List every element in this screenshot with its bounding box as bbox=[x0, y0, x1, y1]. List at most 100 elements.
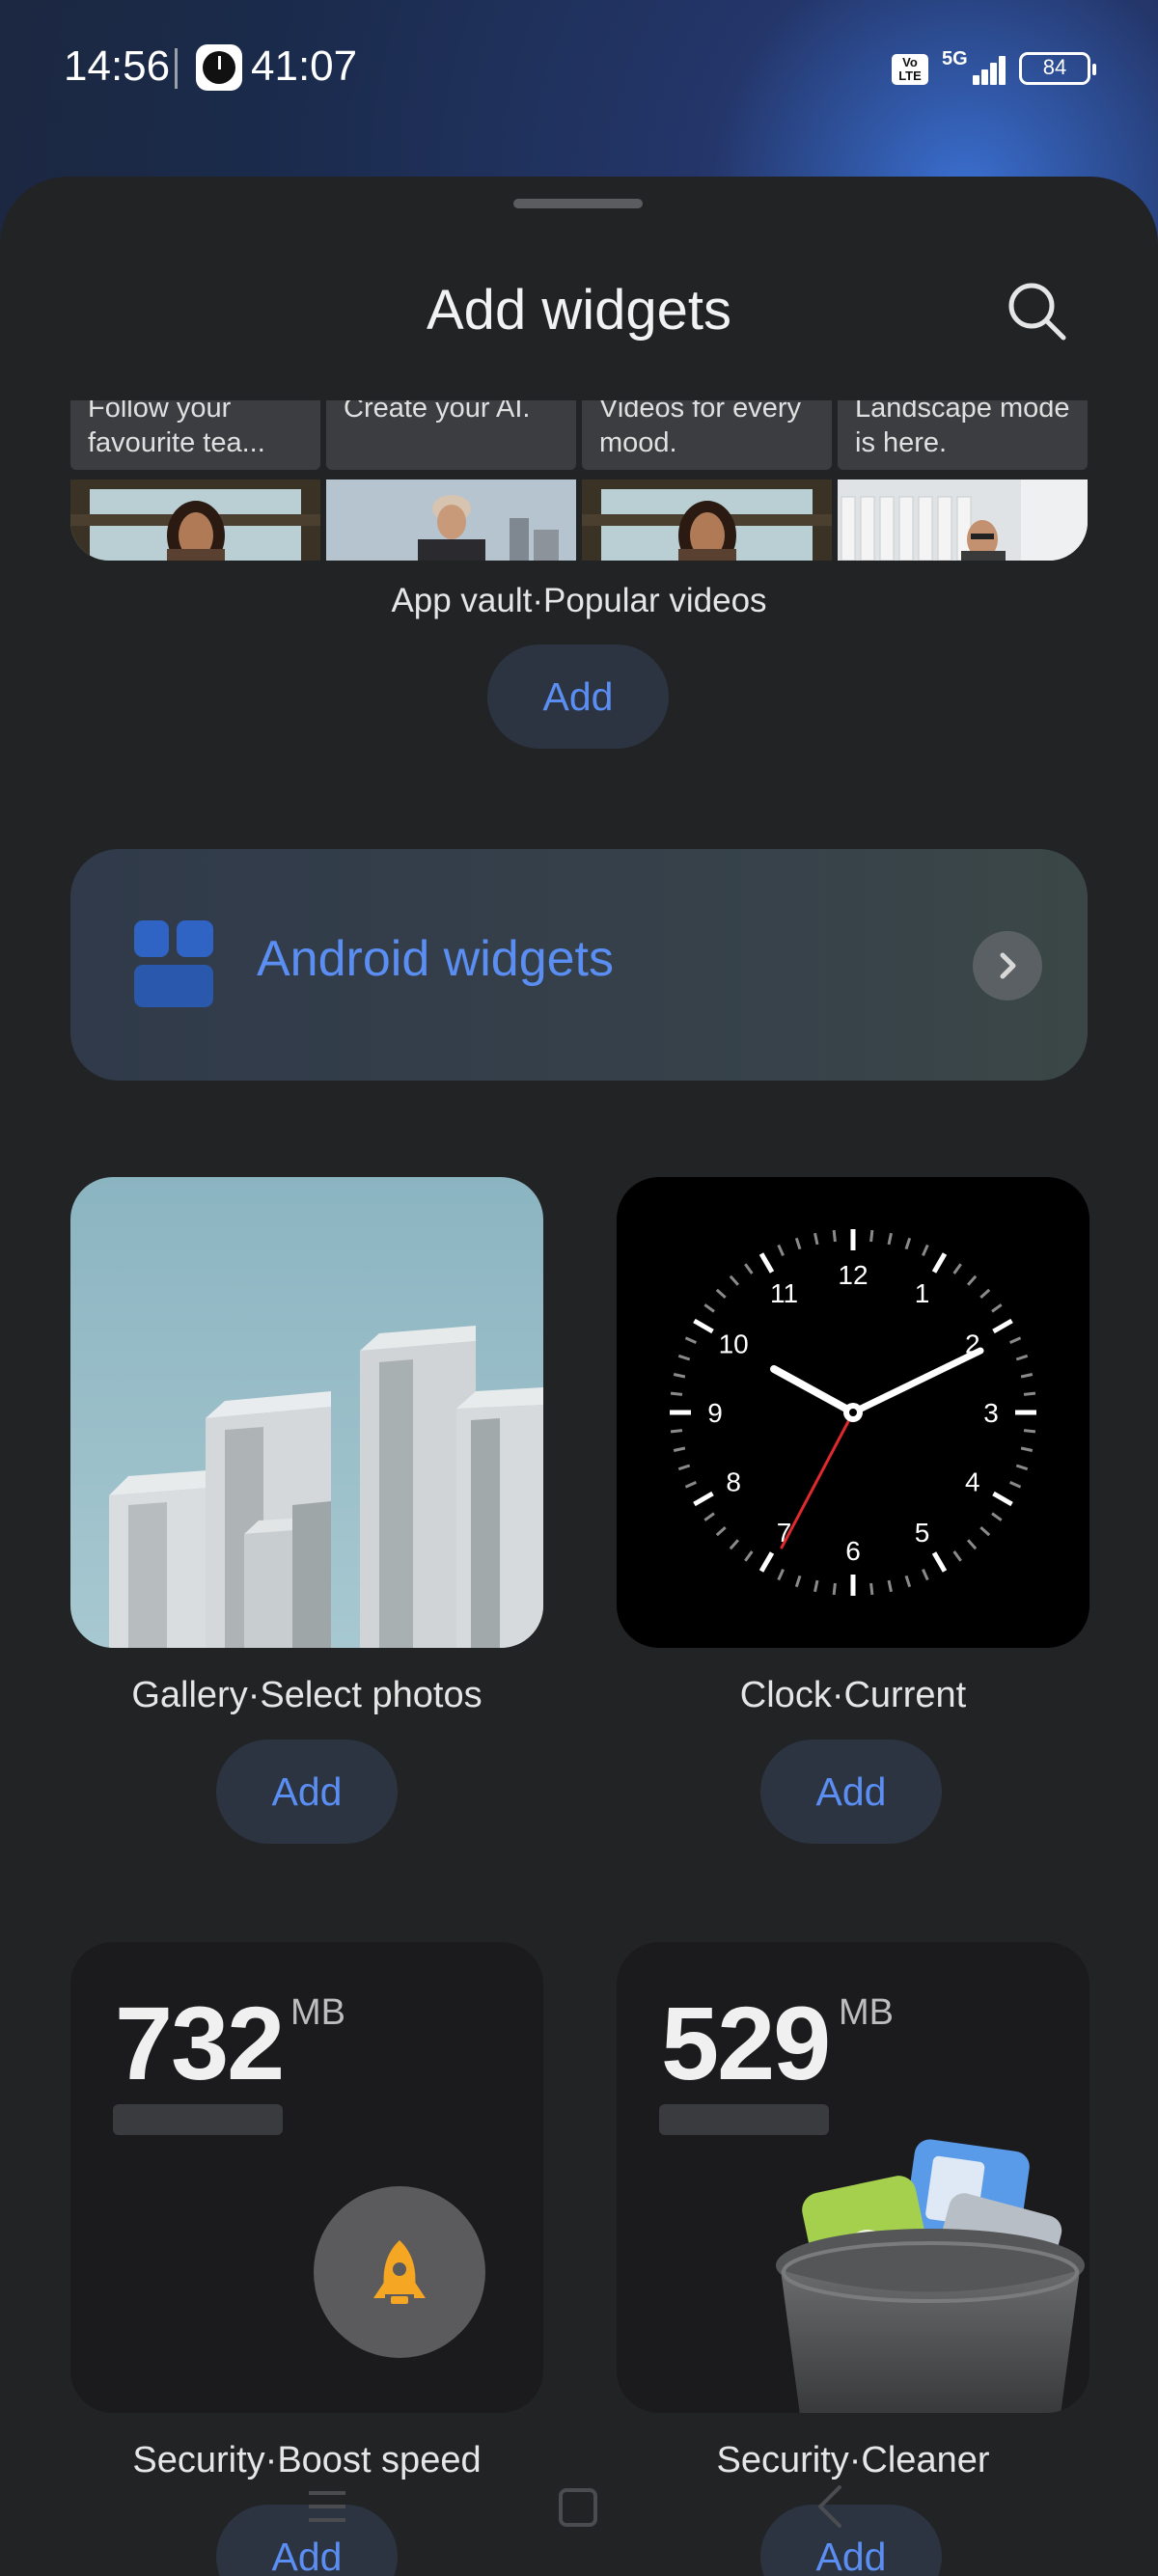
clock-numeral: 9 bbox=[707, 1398, 723, 1428]
clock-tick bbox=[684, 1481, 697, 1489]
clock-tick bbox=[922, 1244, 929, 1256]
clock-tick bbox=[887, 1579, 893, 1593]
clock-tick bbox=[979, 1525, 991, 1537]
clock-widget-preview[interactable]: 12 1 2 3 4 5 6 7 8 9 10 11 bbox=[617, 1177, 1089, 1648]
chevron-right-button[interactable] bbox=[973, 931, 1042, 1000]
clock-tick bbox=[1009, 1481, 1022, 1489]
memory-bar bbox=[113, 2104, 283, 2135]
clock-tick bbox=[813, 1232, 819, 1246]
gallery-widget-preview[interactable] bbox=[70, 1177, 543, 1648]
clock-tick bbox=[931, 1252, 948, 1274]
clock-tick bbox=[1023, 1391, 1036, 1396]
battery-level: 84 bbox=[1042, 55, 1067, 79]
video-thumbnail bbox=[838, 480, 1088, 561]
clock-tick bbox=[693, 1491, 714, 1507]
clock-tick bbox=[729, 1539, 740, 1550]
chevron-right-icon bbox=[1000, 952, 1016, 979]
search-button[interactable] bbox=[1004, 278, 1071, 345]
status-separator bbox=[175, 48, 178, 89]
video-card: Videos for every mood. bbox=[582, 400, 832, 561]
clock-tick bbox=[991, 1512, 1003, 1521]
clock-tick bbox=[1020, 1373, 1034, 1379]
clock-center-dot bbox=[849, 1409, 857, 1416]
back-icon[interactable] bbox=[813, 2483, 847, 2530]
storage-bar bbox=[659, 2104, 829, 2135]
trash-can-icon bbox=[776, 2139, 1085, 2413]
clock-tick bbox=[794, 1575, 802, 1588]
drag-handle[interactable] bbox=[513, 199, 643, 208]
clock-numeral: 12 bbox=[838, 1260, 868, 1290]
clock-tick bbox=[887, 1232, 893, 1246]
clock-tick bbox=[744, 1263, 754, 1274]
clock-tick bbox=[832, 1582, 837, 1596]
clock-tick bbox=[992, 1491, 1013, 1507]
clock-tick bbox=[677, 1354, 691, 1361]
gallery-widget-label: Gallery·Select photos bbox=[131, 1675, 482, 1715]
clock-widget-label: Clock·Current bbox=[739, 1675, 967, 1715]
clock-tick bbox=[991, 1303, 1003, 1313]
clock-tick bbox=[1015, 1354, 1029, 1361]
clock-tick bbox=[684, 1336, 697, 1344]
clock-minute-hand bbox=[849, 1347, 984, 1416]
rocket-icon bbox=[373, 2240, 426, 2304]
clock-tick bbox=[966, 1539, 978, 1550]
clock-tick bbox=[715, 1288, 727, 1300]
boost-speed-widget-preview[interactable]: 732 MB bbox=[70, 1942, 543, 2413]
navigation-bar bbox=[0, 2460, 1158, 2547]
clock-tick bbox=[979, 1288, 991, 1300]
video-card: Follow your favourite tea... bbox=[70, 400, 320, 561]
sheet-title: Add widgets bbox=[427, 279, 731, 342]
stopwatch-icon bbox=[196, 44, 242, 91]
clock-tick bbox=[673, 1373, 686, 1379]
clock-tick bbox=[777, 1244, 785, 1256]
clock-tick bbox=[777, 1569, 785, 1581]
menu-icon[interactable] bbox=[307, 2487, 347, 2526]
clock-numeral: 5 bbox=[915, 1518, 930, 1548]
video-caption: Landscape mode is here. bbox=[855, 400, 1070, 458]
clock-tick bbox=[1009, 1336, 1022, 1344]
gallery-photo bbox=[70, 1177, 543, 1648]
clock-tick bbox=[813, 1579, 819, 1593]
video-card: Create your AI. bbox=[326, 400, 576, 561]
clock-tick bbox=[693, 1318, 714, 1334]
video-thumbnail bbox=[326, 480, 576, 561]
clock-numeral: 1 bbox=[915, 1278, 930, 1308]
clock-tick bbox=[931, 1551, 948, 1573]
video-thumbnail bbox=[582, 480, 832, 561]
video-card: Landscape mode is here. bbox=[838, 400, 1088, 561]
app-vault-widget-label: App vault·Popular videos bbox=[391, 582, 767, 619]
clock-tick bbox=[670, 1429, 683, 1434]
add-gallery-button[interactable]: Add bbox=[216, 1740, 398, 1844]
add-clock-button[interactable]: Add bbox=[760, 1740, 942, 1844]
signal-icon bbox=[965, 54, 1006, 85]
network-type: 5G bbox=[942, 48, 968, 69]
clock-tick bbox=[992, 1318, 1013, 1334]
memory-value: 732 bbox=[115, 1985, 285, 2101]
clock-tick bbox=[670, 1391, 683, 1396]
clock-tick bbox=[869, 1229, 874, 1243]
video-thumbnail bbox=[70, 480, 320, 561]
app-vault-widget-preview[interactable]: Follow your favourite tea... Create your… bbox=[70, 400, 1088, 561]
battery-icon: 84 bbox=[1019, 52, 1096, 85]
clock-tick bbox=[966, 1274, 978, 1286]
clock-hour-hand bbox=[770, 1365, 857, 1416]
cleaner-widget-preview[interactable]: 529 MB bbox=[617, 1942, 1089, 2413]
clock-tick bbox=[729, 1274, 740, 1286]
status-bar: 14:56 41:07 Vo LTE 5G 84 bbox=[0, 0, 1158, 135]
clock-tick bbox=[869, 1582, 874, 1596]
clock-tick bbox=[703, 1303, 715, 1313]
clock-numeral: 10 bbox=[719, 1329, 749, 1359]
video-caption: Follow your favourite tea... bbox=[88, 400, 265, 458]
home-icon[interactable] bbox=[558, 2487, 598, 2528]
video-caption: Create your AI. bbox=[344, 400, 531, 424]
clock-tick bbox=[758, 1252, 775, 1274]
clock-numeral: 4 bbox=[965, 1467, 980, 1497]
clock-numeral: 11 bbox=[770, 1278, 798, 1308]
add-widgets-sheet: Add widgets Follow your favourite tea... bbox=[0, 177, 1158, 2576]
android-widgets-row[interactable]: Android widgets bbox=[70, 849, 1088, 1081]
memory-unit: MB bbox=[290, 1992, 345, 2033]
clock-tick bbox=[673, 1446, 686, 1452]
storage-unit: MB bbox=[839, 1992, 894, 2033]
status-timer: 41:07 bbox=[251, 42, 358, 90]
add-app-vault-button[interactable]: Add bbox=[487, 644, 669, 749]
